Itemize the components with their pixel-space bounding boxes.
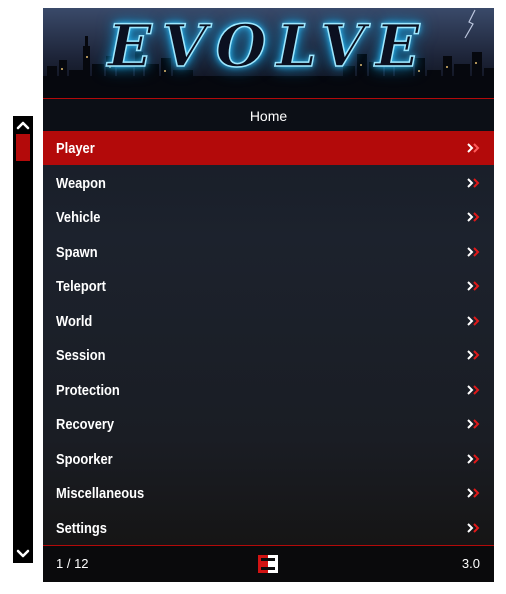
menu-item-label: Recovery — [56, 415, 115, 433]
banner: EVOLVE — [43, 8, 494, 98]
scrollbar[interactable] — [13, 116, 33, 563]
menu-item-protection[interactable]: Protection — [43, 373, 494, 407]
footer: 1 / 12 3.0 — [43, 545, 494, 582]
menu-item-label: Teleport — [56, 277, 106, 295]
page-title: Home — [249, 107, 288, 124]
menu-item-session[interactable]: Session — [43, 338, 494, 372]
menu-item-label: World — [56, 312, 93, 330]
evolve-logo-icon — [258, 555, 278, 573]
double-chevron-right-icon — [466, 487, 482, 499]
double-chevron-right-icon — [466, 177, 482, 189]
menu-item-label: Session — [56, 346, 106, 364]
menu-item-weapon[interactable]: Weapon — [43, 166, 494, 200]
menu-item-label: Protection — [56, 381, 120, 399]
menu-item-label: Spawn — [56, 243, 98, 261]
banner-title: EVOLVE — [107, 11, 430, 81]
menu-item-label: Settings — [56, 519, 107, 537]
menu-item-world[interactable]: World — [43, 304, 494, 338]
double-chevron-right-icon — [466, 315, 482, 327]
scroll-up-icon[interactable] — [13, 116, 33, 134]
double-chevron-right-icon — [466, 384, 482, 396]
menu-item-label: Vehicle — [56, 208, 101, 226]
menu-item-spoorker[interactable]: Spoorker — [43, 442, 494, 476]
header-bar: Home — [43, 98, 494, 132]
menu-item-label: Weapon — [56, 174, 106, 192]
menu-item-teleport[interactable]: Teleport — [43, 269, 494, 303]
menu-item-player[interactable]: Player — [43, 131, 494, 165]
double-chevron-right-icon — [466, 142, 482, 154]
menu-item-label: Player — [56, 139, 95, 157]
menu-item-vehicle[interactable]: Vehicle — [43, 200, 494, 234]
double-chevron-right-icon — [466, 280, 482, 292]
double-chevron-right-icon — [466, 349, 482, 361]
menu-item-settings[interactable]: Settings — [43, 511, 494, 545]
double-chevron-right-icon — [466, 211, 482, 223]
page-indicator: 1 / 12 — [56, 556, 89, 571]
scroll-thumb[interactable] — [16, 134, 30, 161]
double-chevron-right-icon — [466, 246, 482, 258]
menu-item-label: Spoorker — [56, 450, 113, 468]
double-chevron-right-icon — [466, 418, 482, 430]
menu-item-miscellaneous[interactable]: Miscellaneous — [43, 476, 494, 510]
double-chevron-right-icon — [466, 522, 482, 534]
scroll-down-icon[interactable] — [13, 545, 33, 563]
menu-item-recovery[interactable]: Recovery — [43, 407, 494, 441]
menu-item-spawn[interactable]: Spawn — [43, 235, 494, 269]
mod-menu: EVOLVE Home Player Weapon Vehicle Spawn … — [43, 8, 494, 582]
double-chevron-right-icon — [466, 453, 482, 465]
menu-item-label: Miscellaneous — [56, 484, 145, 502]
version-label: 3.0 — [461, 556, 480, 571]
